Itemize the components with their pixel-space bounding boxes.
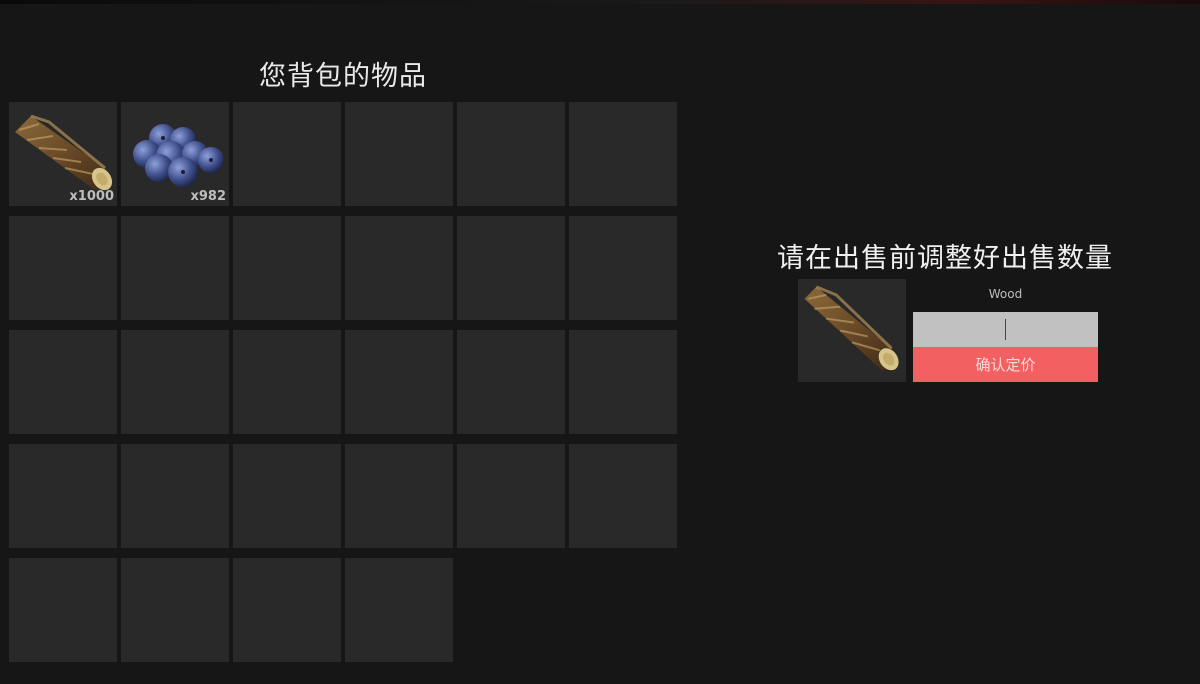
inventory-slot-empty[interactable]	[9, 330, 117, 434]
sell-item-slot	[798, 279, 906, 382]
inventory-slot-empty[interactable]	[9, 216, 117, 320]
inventory-slot-empty[interactable]	[233, 444, 341, 548]
inventory-slot-empty[interactable]	[121, 330, 229, 434]
inventory-slot-empty[interactable]	[121, 558, 229, 662]
item-quantity: x1000	[69, 189, 114, 204]
inventory-slot-empty[interactable]	[569, 102, 677, 206]
inventory-slot-empty[interactable]	[9, 444, 117, 548]
item-quantity: x982	[190, 189, 226, 204]
inventory-slot-empty[interactable]	[233, 102, 341, 206]
inventory-slot-empty[interactable]	[569, 216, 677, 320]
inventory-slot-empty[interactable]	[233, 330, 341, 434]
sell-item-name: Wood	[988, 287, 1023, 301]
inventory-slot-empty[interactable]	[121, 216, 229, 320]
inventory-slot-empty[interactable]	[233, 558, 341, 662]
inventory-slot-empty[interactable]	[569, 330, 677, 434]
wood-log-icon	[804, 285, 899, 371]
inventory-slot-empty[interactable]	[457, 102, 565, 206]
inventory-slot-blueberries[interactable]: x982	[121, 102, 229, 206]
inventory-slot-empty[interactable]	[345, 216, 453, 320]
inventory-slot-empty[interactable]	[345, 330, 453, 434]
inventory-slot-empty[interactable]	[345, 558, 453, 662]
inventory-slot-wood[interactable]: x1000	[9, 102, 117, 206]
inventory-slot-empty[interactable]	[121, 444, 229, 548]
inventory-slot-empty[interactable]	[345, 444, 453, 548]
inventory-slot-empty[interactable]	[457, 444, 565, 548]
inventory-slot-empty[interactable]	[457, 330, 565, 434]
inventory-slot-empty[interactable]	[569, 444, 677, 548]
text-caret	[1005, 319, 1006, 340]
inventory-slot-empty[interactable]	[345, 102, 453, 206]
top-bar	[0, 0, 1200, 4]
inventory-title: 您背包的物品	[259, 61, 427, 92]
inventory-slot-empty[interactable]	[9, 558, 117, 662]
inventory-slot-empty[interactable]	[233, 216, 341, 320]
inventory-grid: x1000 x982	[9, 102, 677, 662]
inventory-slot-empty[interactable]	[457, 216, 565, 320]
sell-panel-title: 请在出售前调整好出售数量	[777, 243, 1113, 274]
confirm-price-button[interactable]: 确认定价	[913, 347, 1098, 382]
